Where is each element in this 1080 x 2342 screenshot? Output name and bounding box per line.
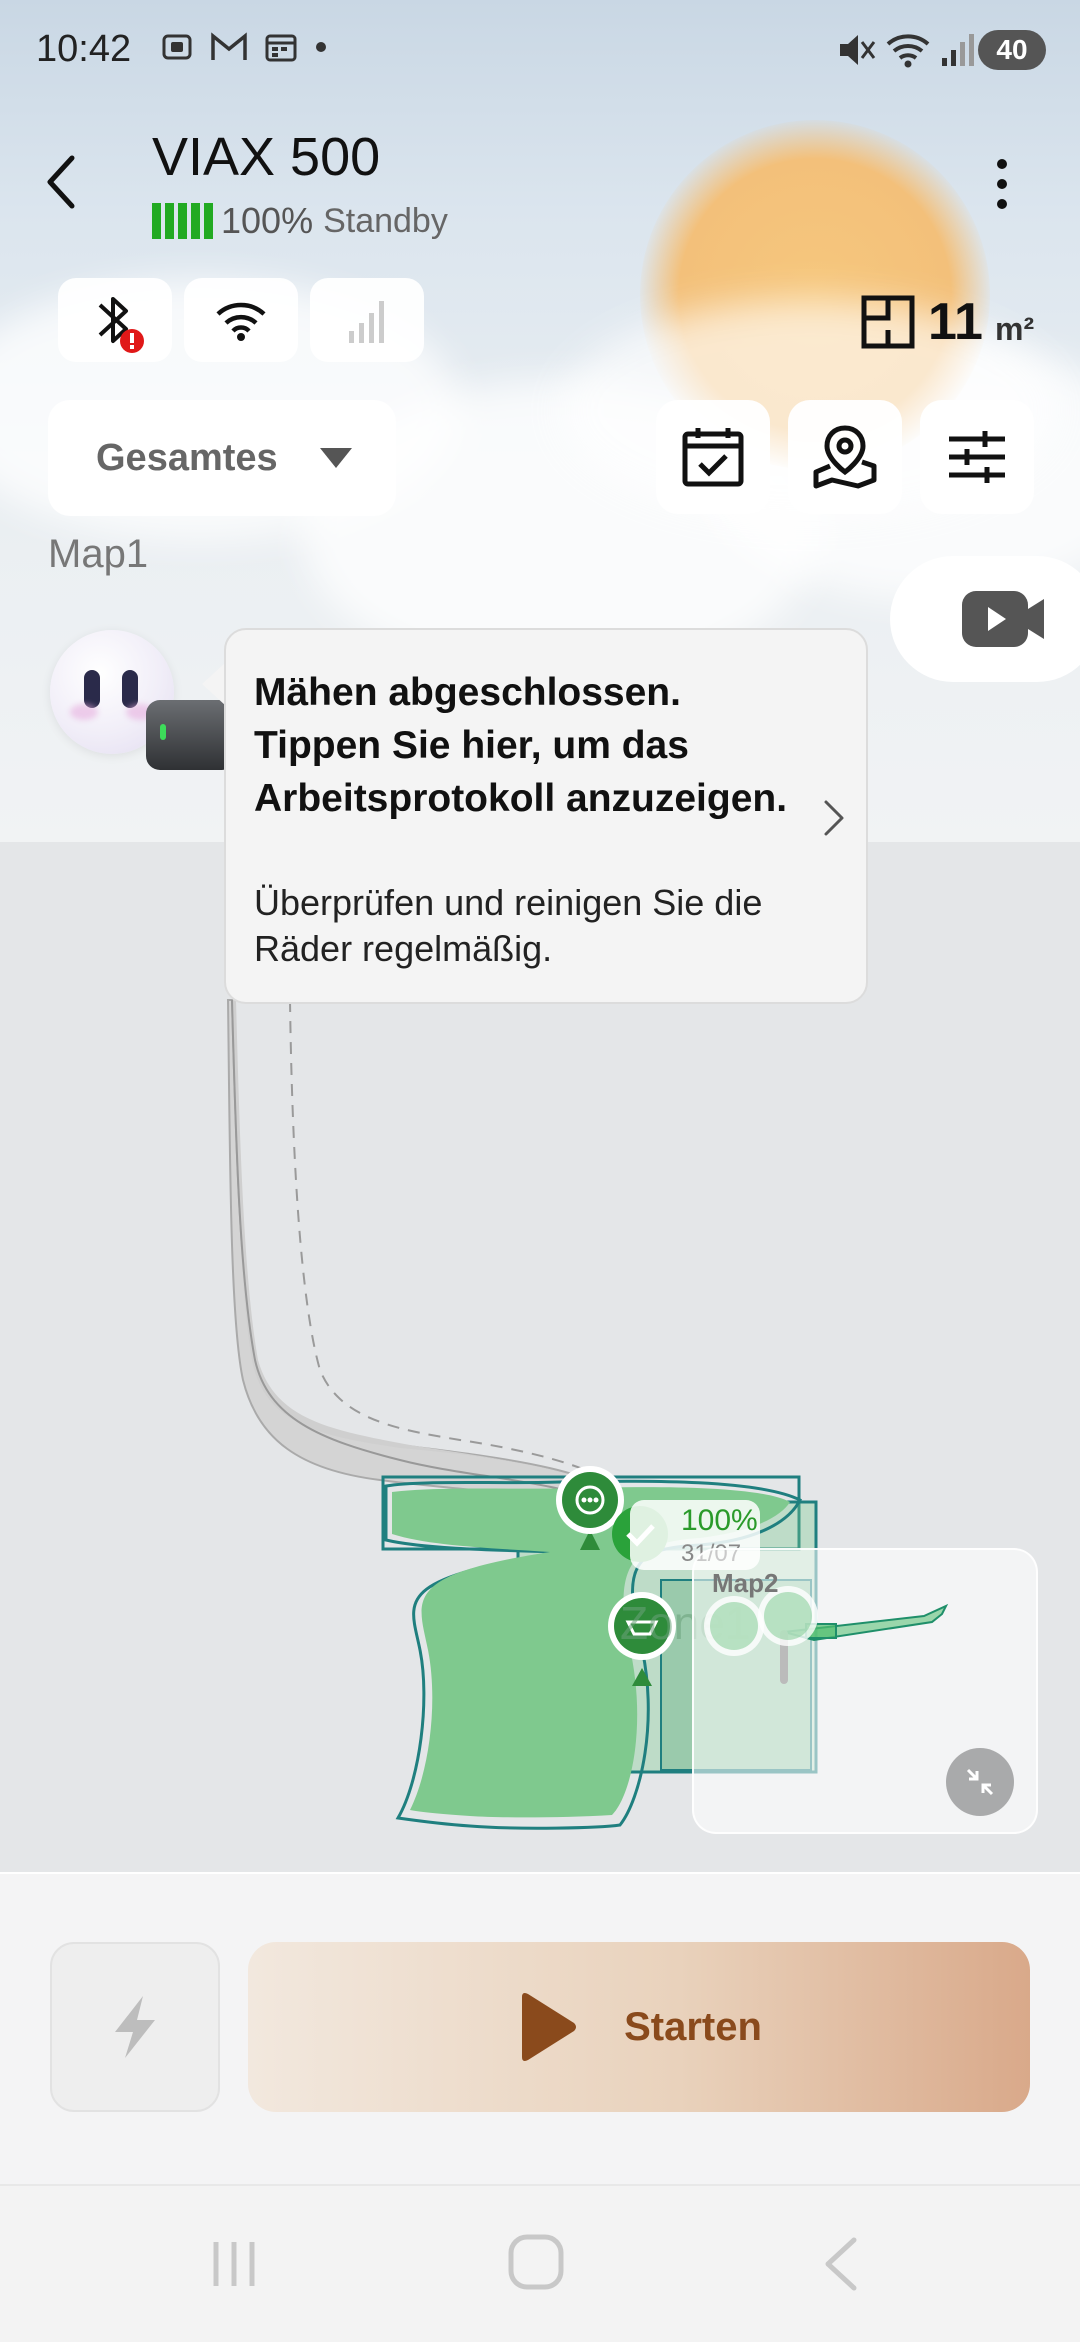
device-name: VIAX 500 [152, 127, 381, 187]
area-unit: m² [994, 310, 1035, 347]
cellular-signal-icon [349, 301, 384, 343]
message-subtitle: Überprüfen und reinigen Sie die Räder re… [254, 882, 763, 969]
work-log-message[interactable]: Mähen abgeschlossen. Tippen Sie hier, um… [224, 628, 868, 1004]
message-bubble-tail [202, 662, 226, 706]
camera-button[interactable] [890, 556, 1080, 682]
map-edit-button[interactable] [788, 400, 902, 514]
floorplan-icon [861, 295, 915, 349]
back-button[interactable] [38, 150, 86, 214]
cellular-status-icon [942, 34, 974, 66]
notification-icons [160, 30, 328, 64]
collapse-icon [966, 1768, 994, 1796]
wifi-chip[interactable] [184, 278, 298, 362]
zone-selector[interactable]: Gesamtes [48, 400, 396, 516]
map-pin-icon [813, 425, 877, 489]
wifi-icon [216, 302, 266, 341]
bluetooth-chip[interactable] [58, 278, 172, 362]
sliders-icon [949, 431, 1005, 483]
minimize-map-button[interactable] [946, 1748, 1014, 1816]
calendar-icon [265, 34, 297, 62]
device-battery-row: 100% Standby [152, 200, 448, 242]
message-title: Mähen abgeschlossen. Tippen Sie hier, um… [254, 671, 788, 820]
mute-icon [840, 35, 876, 65]
mower-thumbnail [146, 700, 236, 770]
device-state: Standby [323, 201, 448, 240]
system-navigation-bar [0, 2184, 1080, 2342]
schedule-button[interactable] [656, 400, 770, 514]
battery-percent: 100% [221, 200, 314, 241]
area-value: 11 [928, 293, 983, 351]
settings-button[interactable] [920, 400, 1034, 514]
dot-icon [316, 42, 326, 52]
progress-percent: 100% [681, 1504, 758, 1537]
screenshot-icon [162, 34, 192, 60]
battery-level-bars [152, 203, 213, 239]
calendar-check-icon [682, 428, 744, 487]
status-bar: 10:42 40 [0, 0, 1080, 98]
start-button[interactable]: Starten [248, 1942, 1030, 2112]
play-icon [522, 1993, 577, 2061]
mowing-area: 11 m² [860, 292, 1034, 352]
map-name: Map1 [48, 532, 149, 576]
more-options-button[interactable] [990, 158, 1014, 210]
start-button-label: Starten [624, 2004, 762, 2049]
zone-selector-value: Gesamtes [96, 436, 278, 479]
gmail-icon [211, 32, 247, 60]
return-to-charge-button[interactable] [50, 1942, 220, 2112]
back-nav-button[interactable] [818, 2234, 862, 2294]
video-camera-icon [962, 591, 1044, 647]
bluetooth-icon [98, 297, 144, 353]
wifi-status-icon [886, 34, 930, 68]
path-corridor [226, 999, 642, 1522]
home-button[interactable] [506, 2232, 566, 2292]
recent-apps-button[interactable] [208, 2236, 260, 2292]
battery-indicator: 40 [978, 30, 1046, 70]
cellular-chip[interactable] [310, 278, 424, 362]
path-centerline [289, 999, 621, 1491]
caret-down-icon [320, 448, 352, 468]
secondary-map-name: Map2 [712, 1568, 779, 1598]
chevron-right-icon [824, 800, 844, 836]
status-time: 10:42 [36, 28, 132, 70]
lightning-icon [115, 1996, 155, 2058]
